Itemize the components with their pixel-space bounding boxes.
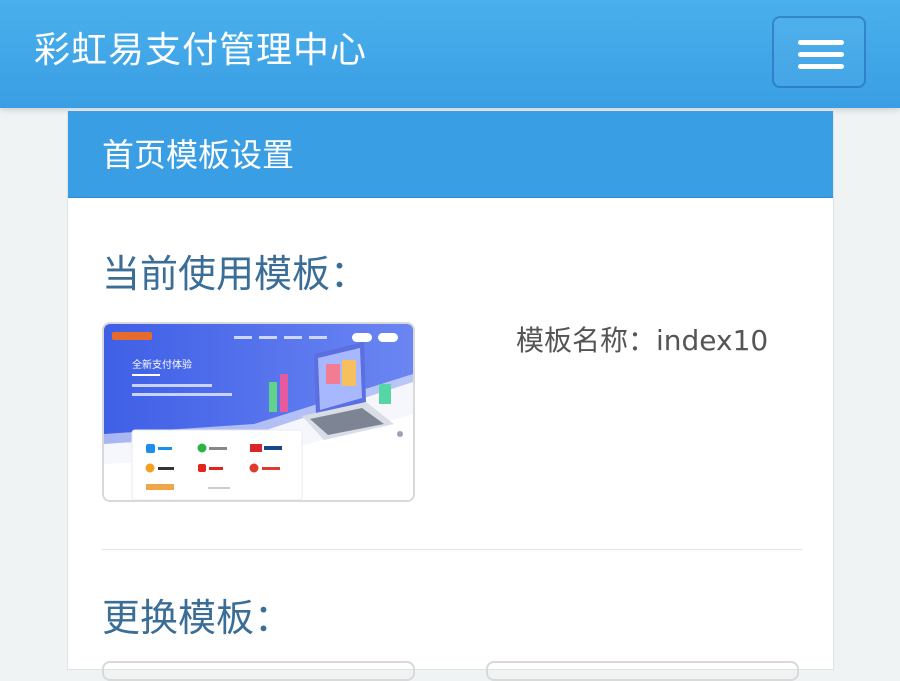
top-navbar: 彩虹易支付管理中心	[0, 0, 900, 108]
panel-title: 首页模板设置	[102, 136, 295, 174]
template-settings-panel: 首页模板设置 当前使用模板： 全新支付体验 模板名称：index10 更换模板：	[67, 110, 834, 681]
template-preview-image: 全新支付体验	[104, 324, 413, 500]
menu-toggle-button[interactable]	[772, 16, 866, 88]
panel-heading: 首页模板设置	[68, 111, 833, 198]
current-template-heading: 当前使用模板：	[102, 252, 369, 296]
brand-title[interactable]: 彩虹易支付管理中心	[34, 27, 367, 75]
template-name-label: 模板名称：index10	[516, 324, 769, 357]
preview-hero-title: 全新支付体验	[132, 358, 192, 371]
change-template-heading: 更换模板：	[102, 596, 293, 640]
template-option-thumbnail[interactable]	[486, 661, 799, 681]
section-divider	[102, 549, 802, 550]
current-template-thumbnail[interactable]: 全新支付体验	[102, 322, 415, 502]
template-option-thumbnail[interactable]	[102, 661, 415, 681]
